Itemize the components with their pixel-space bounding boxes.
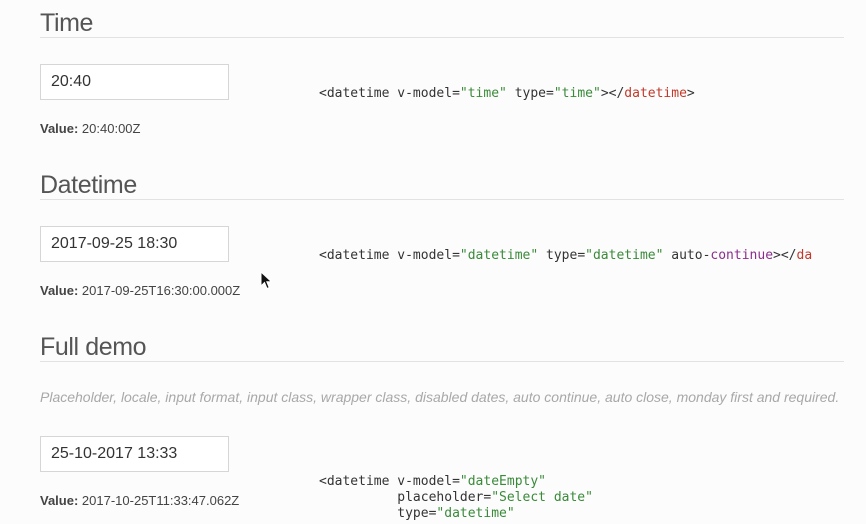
- time-value: Value: 20:40:00Z: [40, 121, 140, 136]
- section-title-full-demo: Full demo: [40, 333, 147, 361]
- value-label: Value:: [40, 121, 79, 136]
- code-snippet-time: <datetime v-model="time" type="time"></d…: [319, 86, 695, 101]
- full-demo-description: Placeholder, locale, input format, input…: [40, 389, 840, 405]
- code-snippet-datetime: <datetime v-model="datetime" type="datet…: [319, 248, 813, 263]
- datetime-input[interactable]: [40, 226, 229, 262]
- mouse-pointer-icon: [260, 271, 273, 290]
- full-demo-input[interactable]: [40, 436, 229, 472]
- section-title-datetime: Datetime: [40, 171, 137, 199]
- time-input[interactable]: [40, 64, 229, 100]
- value-text: 2017-09-25T16:30:00.000Z: [81, 283, 241, 298]
- section-divider: [40, 199, 844, 200]
- value-label: Value:: [40, 493, 79, 508]
- code-snippet-full-demo: <datetime v-model="dateEmpty" placeholde…: [319, 474, 593, 521]
- section-divider: [40, 37, 844, 38]
- value-text: 20:40:00Z: [81, 121, 141, 136]
- value-label: Value:: [40, 283, 79, 298]
- datetime-value: Value: 2017-09-25T16:30:00.000Z: [40, 283, 240, 298]
- section-title-time: Time: [40, 9, 94, 37]
- full-demo-value: Value: 2017-10-25T11:33:47.062Z: [40, 493, 239, 508]
- section-divider: [40, 361, 844, 362]
- value-text: 2017-10-25T11:33:47.062Z: [81, 493, 240, 508]
